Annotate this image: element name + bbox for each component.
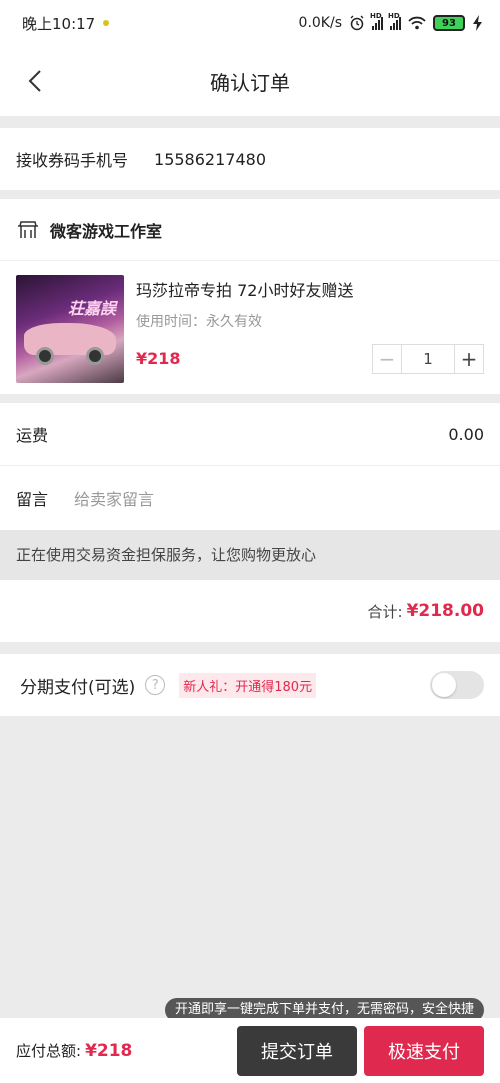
shop-icon (18, 220, 38, 238)
total-label: 应付总额: (16, 1042, 82, 1060)
status-bar: 晚上10:17 0.0K/s HD HD 93 (0, 0, 500, 46)
phone-value[interactable]: 15586217480 (154, 150, 266, 169)
product-info: 玛莎拉帝专拍 72小时好友赠送 使用时间：永久有效 ¥218 − 1 + (136, 275, 484, 395)
message-row: 留言 给卖家留言 (0, 466, 500, 530)
message-label: 留言 (16, 490, 49, 509)
signal-hd-2-icon: HD (388, 12, 401, 30)
product-price: ¥218 (136, 349, 181, 368)
subtotal-section: 合计: ¥218.00 (0, 580, 500, 642)
subtotal-value: ¥218.00 (406, 601, 484, 621)
subtotal-label: 合计: (367, 602, 403, 621)
page-header: 确认订单 (0, 46, 500, 116)
quantity-value[interactable]: 1 (401, 345, 455, 373)
decrease-button[interactable]: − (373, 345, 401, 373)
product-usage-time: 使用时间：永久有效 (136, 314, 262, 330)
status-time: 晚上10:17 (22, 14, 96, 33)
wifi-icon (408, 16, 426, 30)
help-icon[interactable]: ? (145, 675, 166, 695)
phone-label: 接收券码手机号 (16, 151, 129, 170)
phone-section: 接收券码手机号 15586217480 (0, 128, 500, 190)
product-title: 玛莎拉帝专拍 72小时好友赠送 (136, 281, 354, 300)
bottom-bar: 应付总额: ¥218 提交订单 极速支付 (0, 1018, 500, 1083)
wheel-shape (36, 347, 54, 365)
submit-order-button[interactable]: 提交订单 (237, 1026, 357, 1076)
total-value: ¥218 (85, 1040, 133, 1061)
back-arrow-icon[interactable] (24, 68, 50, 94)
page-title: 确认订单 (210, 70, 290, 95)
shipping-label: 运费 (16, 426, 49, 445)
alarm-icon (350, 15, 364, 31)
shop-header[interactable]: 微客游戏工作室 (0, 199, 500, 261)
battery-icon: 93 (433, 15, 465, 31)
promo-badge: 新人礼：开通得180元 (179, 672, 317, 698)
toggle-knob (432, 673, 456, 697)
shop-name: 微客游戏工作室 (50, 221, 163, 241)
fast-pay-button[interactable]: 极速支付 (364, 1026, 484, 1076)
charging-icon (473, 15, 482, 31)
product-item[interactable]: 荘嘉誤 玛莎拉帝专拍 72小时好友赠送 使用时间：永久有效 ¥218 − 1 + (0, 261, 500, 395)
shipping-value: 0.00 (448, 424, 484, 444)
installment-label: 分期支付(可选) (20, 677, 136, 698)
wheel-shape (86, 347, 104, 365)
status-icons: 0.0K/s HD HD 93 (298, 12, 484, 31)
shipping-message-card: 运费 0.00 留言 给卖家留言 (0, 403, 500, 530)
installment-toggle[interactable] (430, 671, 484, 699)
shipping-row: 运费 0.00 (0, 403, 500, 466)
product-image-text: 荘嘉誤 (68, 299, 117, 318)
guarantee-notice: 正在使用交易资金担保服务，让您购物更放心 (0, 530, 500, 580)
signal-hd-icon: HD (370, 12, 383, 30)
notification-dot-icon (103, 20, 110, 26)
net-speed: 0.0K/s (298, 15, 342, 31)
message-input[interactable]: 给卖家留言 (74, 486, 154, 510)
product-image[interactable]: 荘嘉誤 (16, 275, 124, 383)
quantity-stepper: − 1 + (372, 344, 484, 374)
increase-button[interactable]: + (455, 345, 483, 373)
order-item-card: 微客游戏工作室 荘嘉誤 玛莎拉帝专拍 72小时好友赠送 使用时间：永久有效 ¥2… (0, 199, 500, 394)
installment-section: 分期支付(可选) ? 新人礼：开通得180元 (0, 654, 500, 716)
